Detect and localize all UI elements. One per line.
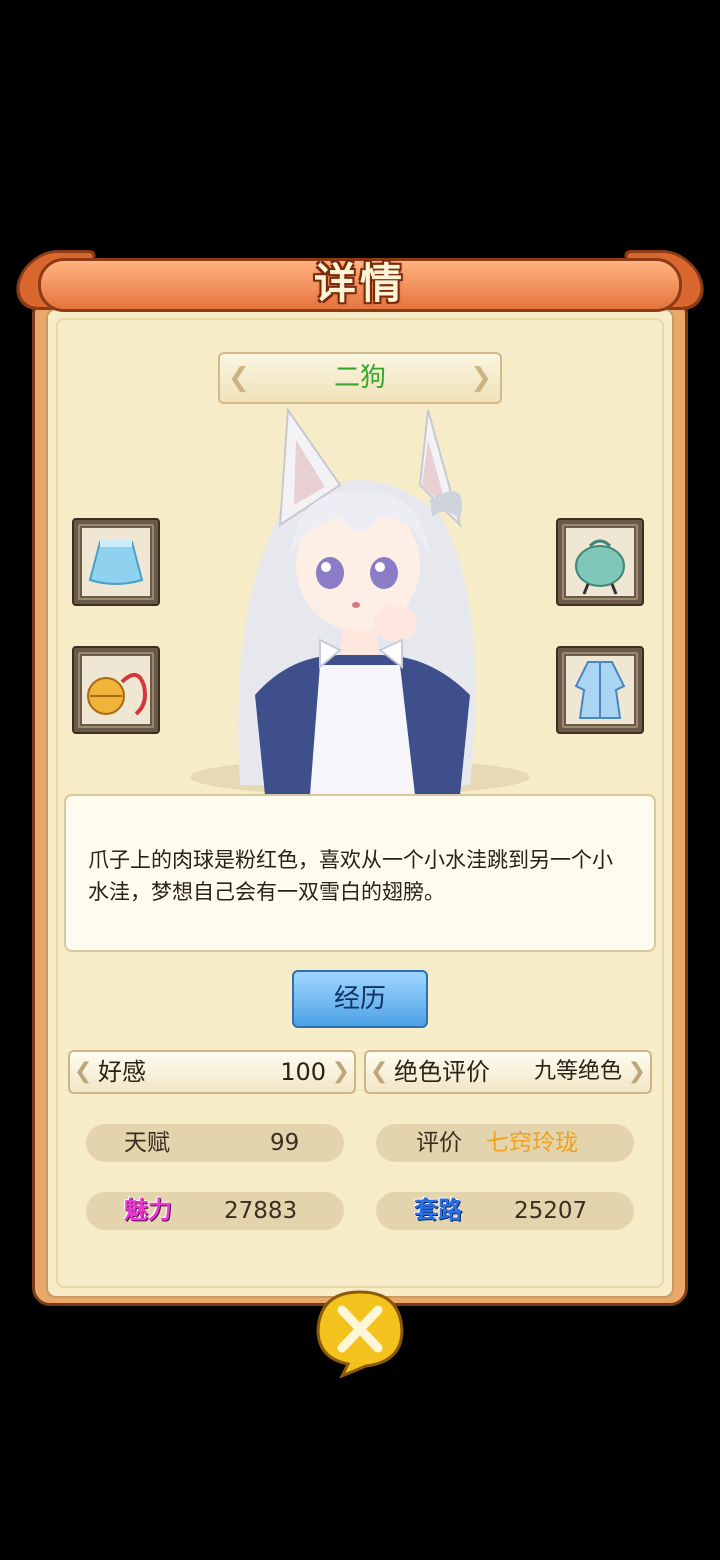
beauty-rating-stat: ❮ 绝色评价 九等绝色 ❯ bbox=[364, 1050, 652, 1094]
favor-value: 100 bbox=[280, 1058, 326, 1086]
equipment-slot-robe[interactable] bbox=[556, 646, 644, 734]
favor-stat: ❮ 好感 100 ❯ bbox=[68, 1050, 356, 1094]
charm-stat: 魅力 27883 bbox=[86, 1192, 344, 1230]
tactics-label: 套路 bbox=[414, 1195, 462, 1224]
favor-label: 好感 bbox=[98, 1058, 146, 1086]
character-portrait bbox=[190, 407, 530, 795]
charm-value: 27883 bbox=[224, 1198, 298, 1224]
close-button[interactable] bbox=[312, 1288, 408, 1378]
rating-value: 七窍玲珑 bbox=[486, 1130, 578, 1156]
character-description: 爪子上的肉球是粉红色，喜欢从一个小水洼跳到另一个小水洼，梦想自己会有一双雪白的翅… bbox=[64, 794, 656, 952]
rating-stat: 评价 七窍玲珑 bbox=[376, 1124, 634, 1162]
robe-icon bbox=[566, 656, 634, 724]
tactics-value: 25207 bbox=[514, 1198, 588, 1224]
talent-value: 99 bbox=[270, 1130, 300, 1156]
equipment-slot-pouch[interactable] bbox=[556, 518, 644, 606]
bell-icon bbox=[82, 656, 150, 724]
beauty-rating-label: 绝色评价 bbox=[394, 1058, 490, 1086]
character-name-plate: ❮ 二狗 ❯ bbox=[218, 352, 502, 404]
chevron-right-icon: ❯ bbox=[331, 1059, 350, 1084]
rating-label: 评价 bbox=[416, 1130, 462, 1156]
pouch-icon bbox=[566, 528, 634, 596]
experience-button[interactable]: 经历 bbox=[292, 970, 428, 1028]
chevron-right-icon: ❯ bbox=[627, 1059, 646, 1084]
page-title: 详情 bbox=[313, 259, 406, 308]
equipment-slot-bell[interactable] bbox=[72, 646, 160, 734]
chevron-right-icon: ❯ bbox=[470, 363, 492, 393]
talent-stat: 天赋 99 bbox=[86, 1124, 344, 1162]
charm-label: 魅力 bbox=[124, 1195, 172, 1224]
chevron-left-icon: ❮ bbox=[370, 1059, 389, 1084]
chevron-left-icon: ❮ bbox=[74, 1059, 93, 1084]
character-name: 二狗 bbox=[333, 363, 386, 393]
skirt-icon bbox=[82, 528, 150, 596]
tactics-stat: 套路 25207 bbox=[376, 1192, 634, 1230]
beauty-rating-value: 九等绝色 bbox=[533, 1059, 622, 1084]
chevron-left-icon: ❮ bbox=[228, 363, 250, 393]
talent-label: 天赋 bbox=[124, 1130, 170, 1156]
equipment-slot-skirt[interactable] bbox=[72, 518, 160, 606]
